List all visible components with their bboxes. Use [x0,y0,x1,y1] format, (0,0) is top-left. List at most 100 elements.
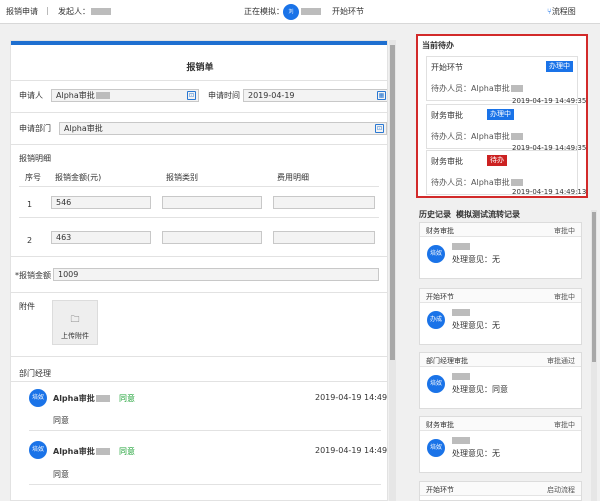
row-index: 2 [27,236,33,245]
divider [11,80,387,81]
column-header: 报销类别 [166,173,198,182]
details-label: 报销明细 [19,154,51,163]
divider [11,112,387,113]
detail-input[interactable] [273,231,375,244]
tab-simulation-record[interactable]: 模拟测试流转记录 [456,209,520,220]
dept-picker-icon[interactable]: ⊡ [375,124,384,133]
current-pending-panel: 当前待办 开始环节 办理中 待办人员：Alpha审批 2019-04-19 14… [416,34,588,198]
divider [11,356,387,357]
pending-item[interactable]: 财务审批 办理中 待办人员：Alpha审批 [426,104,578,149]
history-avatar: 培奴 [427,245,445,263]
form-top-accent [11,41,387,45]
date-field[interactable]: 2019-04-19 ▦ [243,89,387,102]
attachment-label: 附件 [19,302,35,311]
history-status: 审批中 [554,227,575,235]
history-node-name: 财务审批 [426,227,454,235]
tab-history[interactable]: 历史记录 [419,209,451,220]
pending-node-name: 开始环节 [431,63,463,72]
total-label: *报销金额 [15,271,51,280]
redacted-name [95,395,110,402]
history-item: 财务审批 审批中 培奴 处理意见：无 [419,222,582,279]
approval-result: 同意 [119,447,135,456]
divider [11,144,387,145]
redacted-name [510,179,523,186]
simulating-label: 正在模拟： [244,7,284,16]
simulating-user-avatar[interactable]: 刘 [283,4,299,20]
pending-node-name: 财务审批 [431,111,463,120]
row-index: 1 [27,200,33,209]
amount-input[interactable]: 546 [51,196,151,209]
user-picker-icon[interactable]: ⊡ [187,91,196,100]
history-avatar: 培奴 [427,439,445,457]
redacted-name [510,85,523,92]
column-header: 序号 [25,173,41,182]
reimbursement-form: 报销单 申请人 Alpha审批 ⊡ 申请时间 2019-04-19 ▦ 申请部门… [10,40,388,501]
divider [11,256,387,257]
dept-field[interactable]: Alpha审批 ⊡ [59,122,387,135]
history-item: 部门经理审批 审批通过 培奴 处理意见：同意 [419,352,582,409]
history-item-header: 开始环节 启动流程 [420,482,581,496]
top-bar: 报销申请 | 发起人： 正在模拟： 刘 开始环节 ⑂流程图 [0,0,600,24]
detail-input[interactable] [273,196,375,209]
redacted-name [91,8,111,15]
form-title: 报销单 [186,63,214,73]
approval-result: 同意 [119,394,135,403]
history-opinion: 处理意见：无 [452,449,500,458]
form-scrollbar-thumb[interactable] [390,45,395,360]
calendar-icon[interactable]: ▦ [377,91,386,100]
history-status: 启动流程 [547,486,575,494]
redacted-name [301,8,321,15]
status-badge: 办理中 [546,61,573,72]
redacted-name [452,309,470,316]
redacted-name [95,92,110,99]
divider [19,217,379,218]
pending-handler: 待办人员：Alpha审批 [431,83,523,94]
history-item-header: 部门经理审批 审批通过 [420,353,581,367]
divider [29,484,381,485]
redacted-name [95,448,110,455]
manager-label: 部门经理 [19,369,51,378]
divider [11,381,387,382]
pending-time: 2019-04-19 14:49:13 [512,188,587,196]
flow-chart-button[interactable]: ⑂流程图 [547,6,576,17]
column-header: 报销金额(元) [55,173,102,182]
pending-handler: 待办人员：Alpha审批 [431,131,523,142]
form-name: 报销申请 [6,7,38,16]
upload-label: 上传附件 [61,332,89,340]
column-header: 费用明细 [277,173,309,182]
redacted-name [452,437,470,444]
current-node-button[interactable]: 开始环节 [332,6,364,17]
applicant-label: 申请人 [19,91,43,100]
approval-time: 2019-04-19 14:49 [315,446,388,455]
pending-node-name: 财务审批 [431,157,463,166]
history-item: 开始环节 启动流程 [419,481,582,501]
approver-avatar: 培奴 [29,389,47,407]
history-status: 审批中 [554,421,575,429]
upload-attachment-button[interactable]: 🗀 上传附件 [52,300,98,345]
status-badge: 办理中 [487,109,514,120]
history-node-name: 开始环节 [426,293,454,301]
history-item-header: 财务审批 审批中 [420,223,581,237]
history-opinion: 处理意见：同意 [452,385,508,394]
approver-name: Alpha审批 [53,393,110,404]
category-input[interactable] [162,196,262,209]
history-status: 审批通过 [547,357,575,365]
divider [19,186,379,187]
category-input[interactable] [162,231,262,244]
approval-opinion: 同意 [53,470,69,479]
history-scrollbar-thumb[interactable] [592,212,596,362]
dept-label: 申请部门 [19,124,51,133]
pending-item[interactable]: 开始环节 办理中 待办人员：Alpha审批 [426,56,578,101]
redacted-name [452,373,470,380]
amount-input[interactable]: 463 [51,231,151,244]
separator: | [46,6,49,15]
applicant-field[interactable]: Alpha审批 ⊡ [51,89,199,102]
initiator: 发起人： [58,6,111,17]
approval-opinion: 同意 [53,416,69,425]
history-node-name: 开始环节 [426,486,454,494]
history-item-header: 开始环节 审批中 [420,289,581,303]
total-field[interactable]: 1009 [53,268,379,281]
history-status: 审批中 [554,293,575,301]
history-opinion: 处理意见：无 [452,321,500,330]
history-node-name: 财务审批 [426,421,454,429]
